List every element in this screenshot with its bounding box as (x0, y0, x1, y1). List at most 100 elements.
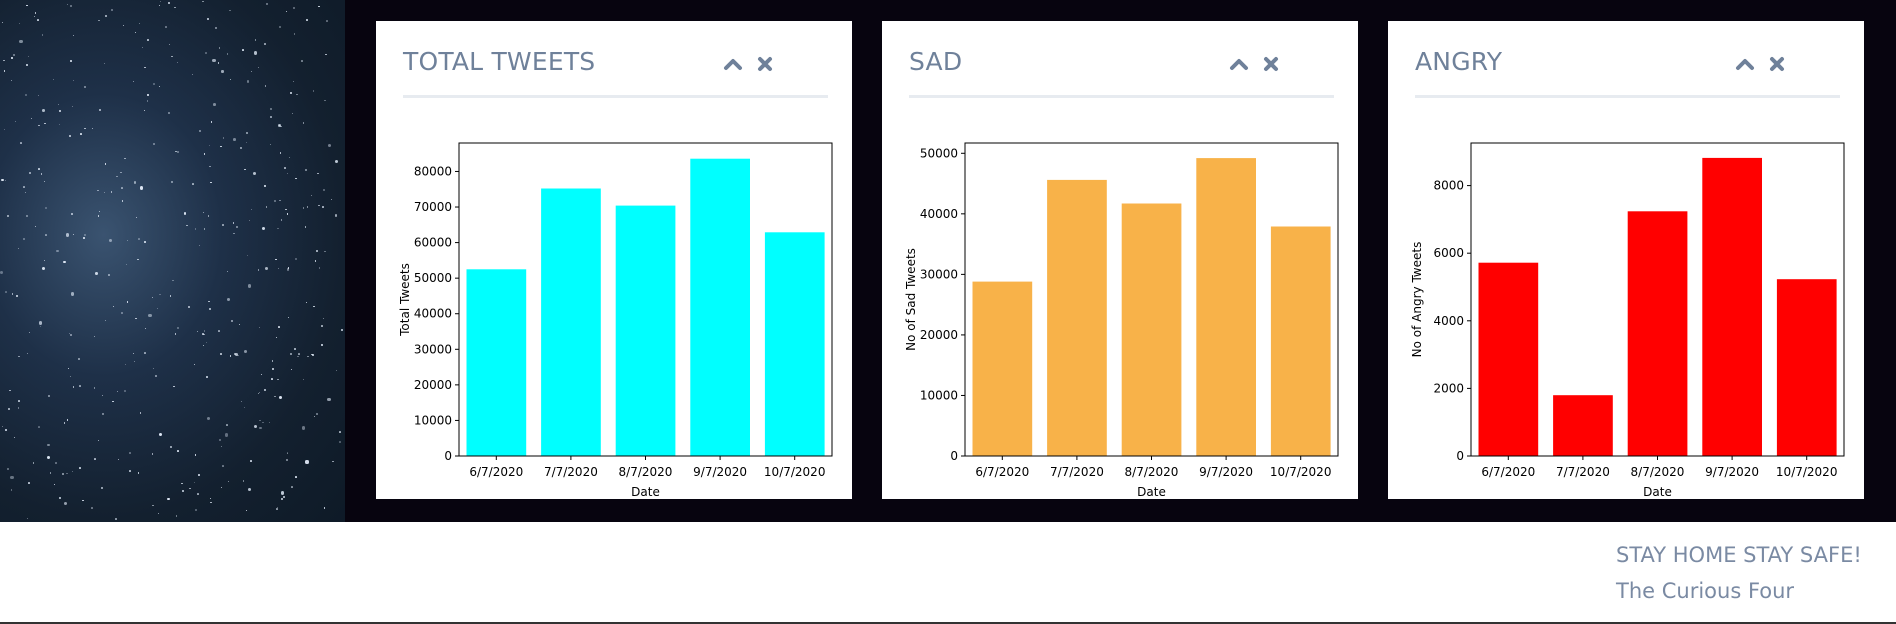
star (117, 458, 119, 461)
star (25, 214, 28, 217)
star (112, 400, 114, 403)
x-tick-label: 10/7/2020 (1776, 465, 1838, 479)
star (66, 472, 68, 475)
star (289, 91, 292, 94)
star (242, 49, 244, 51)
star (138, 23, 140, 25)
star (318, 267, 321, 269)
bar (1627, 211, 1688, 456)
star (146, 100, 149, 102)
x-tick-label: 8/7/2020 (1631, 465, 1685, 479)
close-icon[interactable] (1259, 49, 1283, 79)
chevron-up-icon[interactable] (721, 49, 745, 79)
star (153, 83, 155, 86)
star (264, 389, 266, 391)
star (253, 171, 257, 176)
star (9, 389, 12, 392)
star (242, 480, 245, 483)
star (97, 189, 99, 191)
star (49, 471, 52, 474)
star (34, 15, 36, 17)
star (167, 1, 170, 4)
star (338, 431, 341, 433)
star (197, 492, 200, 495)
star (63, 502, 67, 506)
star (110, 191, 112, 193)
star (67, 3, 69, 6)
star (28, 482, 30, 484)
star (147, 94, 149, 96)
star (43, 122, 46, 125)
star (3, 70, 6, 72)
star (250, 459, 252, 462)
star (10, 489, 13, 491)
star (66, 419, 69, 421)
star (286, 452, 288, 454)
star (202, 1, 204, 3)
star (227, 480, 230, 482)
y-tick-label: 50000 (920, 146, 958, 160)
star (302, 378, 304, 381)
star (232, 222, 235, 224)
star (246, 142, 248, 144)
x-axis-label: Date (631, 485, 660, 499)
footer-team-name: The Curious Four (1616, 579, 1795, 603)
close-icon[interactable] (753, 49, 777, 79)
star (205, 342, 208, 344)
close-icon[interactable] (1765, 49, 1789, 79)
star (287, 316, 290, 319)
star (5, 180, 7, 182)
star (112, 306, 114, 308)
x-tick-label: 8/7/2020 (619, 465, 673, 479)
star (305, 460, 309, 464)
y-axis-label: Total Tweets (398, 263, 412, 337)
star (247, 487, 251, 491)
star (133, 360, 135, 362)
star (18, 355, 21, 358)
star (144, 351, 147, 354)
x-tick-label: 10/7/2020 (1270, 465, 1332, 479)
star (208, 300, 210, 302)
star (174, 6, 176, 9)
star (93, 387, 96, 390)
star (14, 120, 17, 123)
star (302, 122, 304, 124)
star (279, 199, 282, 202)
star (63, 260, 66, 264)
star (321, 344, 323, 346)
x-tick-label: 9/7/2020 (1199, 465, 1253, 479)
star (45, 206, 48, 209)
star (104, 319, 107, 321)
star (93, 336, 95, 338)
star (22, 238, 25, 240)
star (98, 210, 100, 212)
bar (1553, 395, 1613, 456)
star (206, 17, 209, 21)
star (6, 214, 9, 218)
panel-title: SAD (909, 47, 963, 76)
star (340, 328, 343, 331)
star (4, 429, 7, 431)
star (235, 225, 238, 229)
star (18, 23, 21, 25)
star (325, 53, 327, 56)
star (221, 445, 223, 448)
star (297, 355, 299, 358)
star (316, 250, 319, 253)
star (47, 443, 50, 446)
star (28, 331, 31, 334)
star (219, 439, 221, 442)
star (71, 292, 75, 296)
star (339, 441, 341, 444)
star (72, 34, 74, 37)
chevron-up-icon[interactable] (1227, 49, 1251, 79)
star (284, 167, 286, 169)
star (26, 63, 29, 66)
star (169, 445, 172, 449)
star (151, 453, 154, 455)
star (328, 144, 332, 148)
star (300, 60, 303, 62)
chevron-up-icon[interactable] (1733, 49, 1757, 79)
starfield-background (0, 0, 345, 522)
star (99, 109, 102, 112)
